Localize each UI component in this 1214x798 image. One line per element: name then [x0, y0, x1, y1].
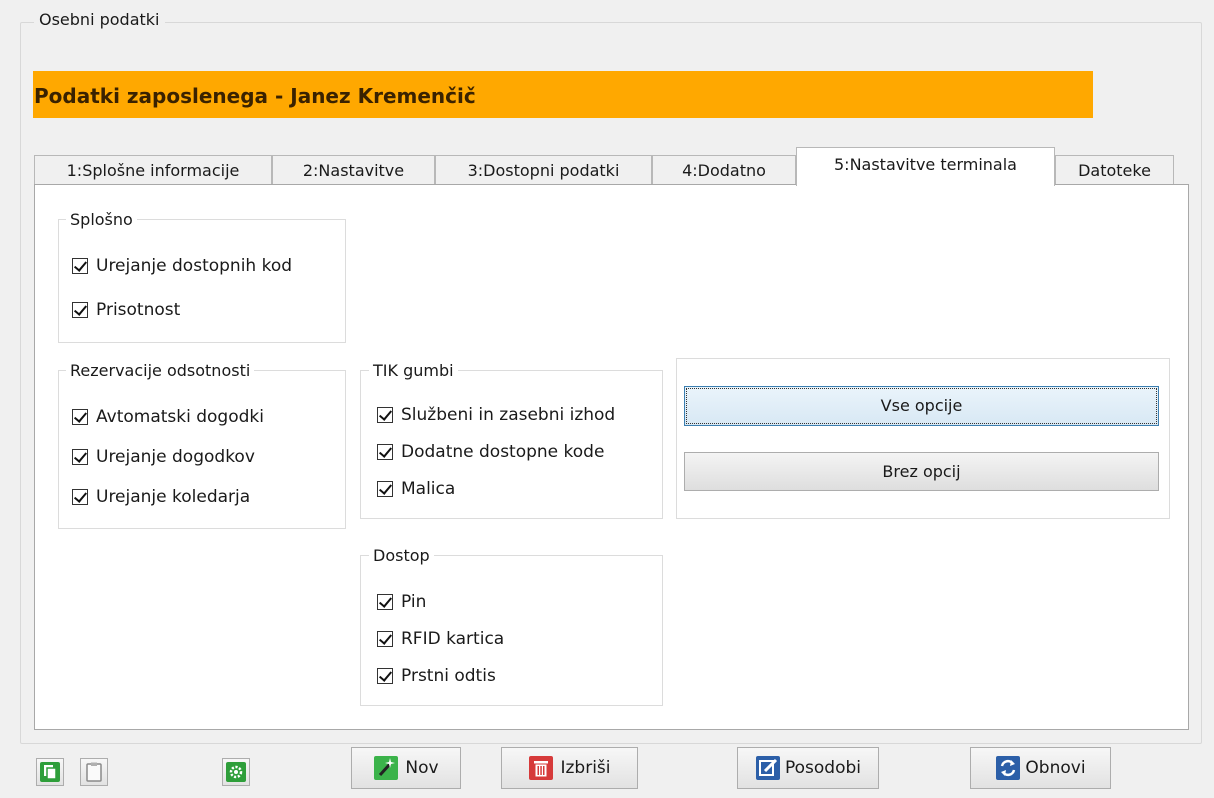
- magic-wand-icon: [374, 756, 399, 780]
- checkbox-fingerprint[interactable]: Prstni odtis: [377, 666, 496, 686]
- checkbox-box[interactable]: [377, 631, 393, 647]
- checkbox-pin[interactable]: Pin: [377, 592, 426, 612]
- delete-button[interactable]: Izbriši: [501, 747, 638, 789]
- tab-terminal-settings[interactable]: 5:Nastavitve terminala: [796, 147, 1055, 186]
- tab-label: 3:Dostopni podatki: [467, 161, 620, 180]
- all-options-button[interactable]: Vse opcije: [684, 386, 1159, 426]
- new-button-label: Nov: [405, 758, 439, 778]
- checkbox-box[interactable]: [377, 444, 393, 460]
- checkbox-label: RFID kartica: [401, 629, 505, 649]
- checkbox-label: Urejanje koledarja: [96, 487, 251, 507]
- checkbox-edit-events[interactable]: Urejanje dogodkov: [72, 447, 255, 467]
- checkbox-box[interactable]: [72, 489, 88, 505]
- absence-reservations-group-label: Rezervacije odsotnosti: [66, 361, 255, 380]
- checkbox-box[interactable]: [72, 449, 88, 465]
- checkbox-box[interactable]: [72, 302, 88, 318]
- checkbox-rfid-card[interactable]: RFID kartica: [377, 629, 504, 649]
- copy-button[interactable]: [36, 758, 64, 786]
- checkbox-label: Avtomatski dogodki: [96, 407, 264, 427]
- tab-label: 1:Splošne informacije: [66, 161, 240, 180]
- checkbox-box[interactable]: [72, 409, 88, 425]
- checkbox-box[interactable]: [377, 407, 393, 423]
- checkbox-box[interactable]: [377, 481, 393, 497]
- checkbox-attendance[interactable]: Prisotnost: [72, 300, 180, 320]
- paste-button[interactable]: [80, 758, 108, 786]
- delete-button-label: Izbriši: [560, 758, 611, 778]
- checkbox-label: Prstni odtis: [401, 666, 496, 686]
- clipboard-icon: [86, 762, 102, 782]
- tab-additional[interactable]: 4:Dodatno: [652, 155, 796, 184]
- update-button-label: Posodobi: [784, 758, 861, 778]
- tab-label: Datoteke: [1078, 161, 1151, 180]
- settings-button[interactable]: [222, 758, 250, 786]
- update-button[interactable]: Posodobi: [737, 747, 879, 789]
- access-group-label: Dostop: [369, 546, 434, 565]
- trash-icon: [529, 756, 554, 780]
- refresh-button-label: Obnovi: [1025, 758, 1086, 778]
- tab-label: 4:Dodatno: [682, 161, 766, 180]
- gear-icon: [226, 762, 246, 782]
- checkbox-label: Službeni in zasebni izhod: [401, 405, 616, 425]
- checkbox-lunch[interactable]: Malica: [377, 479, 455, 499]
- personal-data-group-label: Osebni podatki: [34, 10, 165, 29]
- checkbox-box[interactable]: [72, 258, 88, 274]
- tab-label: 5:Nastavitve terminala: [834, 155, 1017, 174]
- tab-general-info[interactable]: 1:Splošne informacije: [34, 155, 272, 184]
- checkbox-label: Urejanje dostopnih kod: [96, 256, 293, 276]
- checkbox-label: Urejanje dogodkov: [96, 447, 255, 467]
- copy-icon: [40, 762, 60, 782]
- checkbox-box[interactable]: [377, 668, 393, 684]
- checkbox-edit-calendar[interactable]: Urejanje koledarja: [72, 487, 250, 507]
- checkbox-box[interactable]: [377, 594, 393, 610]
- checkbox-automatic-events[interactable]: Avtomatski dogodki: [72, 407, 264, 427]
- tab-settings[interactable]: 2:Nastavitve: [272, 155, 435, 184]
- checkbox-edit-access-codes[interactable]: Urejanje dostopnih kod: [72, 256, 292, 276]
- checkbox-label: Prisotnost: [96, 300, 181, 320]
- employee-banner-title: Podatki zaposlenega - Janez Kremenčič: [34, 84, 476, 108]
- checkbox-label: Pin: [401, 592, 427, 612]
- refresh-icon: [996, 756, 1021, 780]
- no-options-button[interactable]: Brez opcij: [684, 452, 1159, 491]
- checkbox-business-private-exit[interactable]: Službeni in zasebni izhod: [377, 405, 615, 425]
- options-panel: [676, 358, 1170, 519]
- tik-buttons-group-label: TIK gumbi: [369, 361, 458, 380]
- checkbox-label: Malica: [401, 479, 456, 499]
- tab-label: 2:Nastavitve: [302, 161, 405, 180]
- general-group-label: Splošno: [66, 210, 137, 229]
- tab-files[interactable]: Datoteke: [1055, 155, 1174, 184]
- tab-access-data[interactable]: 3:Dostopni podatki: [435, 155, 652, 184]
- new-button[interactable]: Nov: [351, 747, 461, 789]
- checkbox-label: Dodatne dostopne kode: [401, 442, 605, 462]
- refresh-button[interactable]: Obnovi: [970, 747, 1111, 789]
- checkbox-additional-access-codes[interactable]: Dodatne dostopne kode: [377, 442, 604, 462]
- edit-icon: [755, 756, 780, 780]
- general-group: [58, 219, 346, 343]
